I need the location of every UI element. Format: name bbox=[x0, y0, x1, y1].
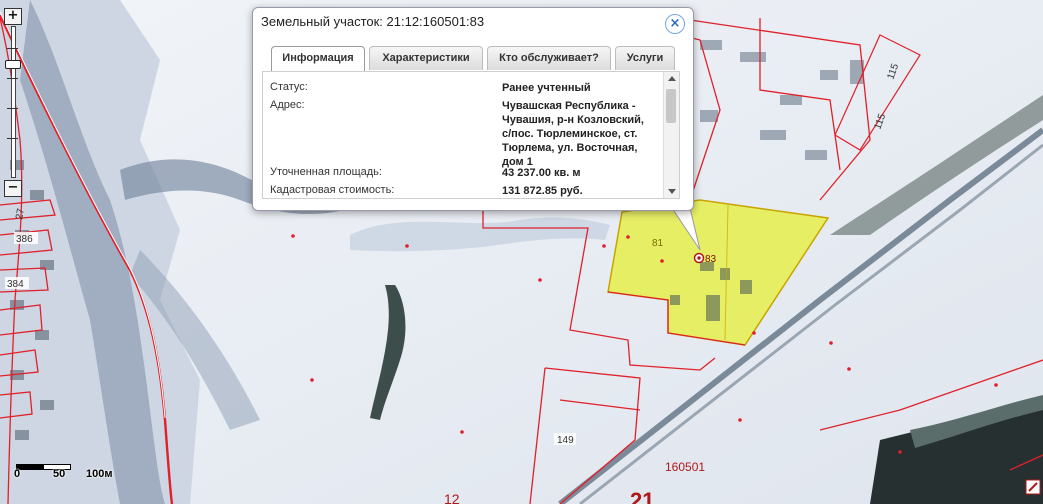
svg-text:384: 384 bbox=[7, 279, 24, 290]
close-icon[interactable]: × bbox=[665, 14, 685, 34]
zoom-tick bbox=[7, 108, 18, 109]
scale-bar: 0 50 100м bbox=[6, 458, 121, 480]
parcel-info-popup: Земельный участок: 21:12:160501:83 × Инф… bbox=[252, 7, 694, 211]
scale-zero: 0 bbox=[14, 468, 21, 480]
area-label: Уточненная площадь: bbox=[270, 166, 382, 178]
zoom-tick bbox=[7, 78, 18, 79]
scroll-down-icon[interactable] bbox=[668, 189, 676, 194]
district-label-12: 12 bbox=[444, 491, 460, 504]
panel-scrollbar[interactable] bbox=[663, 72, 679, 198]
parcel-label-81: 81 bbox=[652, 238, 664, 249]
scale-end: 100м bbox=[86, 468, 113, 480]
tab-characteristics[interactable]: Характеристики bbox=[369, 46, 483, 70]
zoom-control: + − bbox=[4, 8, 22, 197]
svg-text:83: 83 bbox=[705, 254, 717, 265]
status-value: Ранее учтенный bbox=[502, 82, 591, 94]
area-value: 43 237.00 кв. м bbox=[502, 167, 581, 179]
scroll-thumb[interactable] bbox=[666, 89, 676, 123]
svg-text:81: 81 bbox=[652, 238, 664, 249]
popup-title: Земельный участок: 21:12:160501:83 bbox=[261, 14, 485, 29]
svg-text:149: 149 bbox=[557, 435, 574, 446]
zoom-tick bbox=[7, 48, 18, 49]
parcel-label-384: 384 bbox=[5, 277, 29, 290]
tab-services[interactable]: Услуги bbox=[615, 46, 675, 70]
parcel-label-149: 149 bbox=[554, 433, 576, 446]
address-value: Чувашская Республика - Чувашия, р-н Козл… bbox=[502, 100, 644, 168]
svg-text:160501: 160501 bbox=[665, 460, 705, 474]
tab-information[interactable]: Информация bbox=[271, 46, 365, 72]
cadastral-cost-value: 131 872.85 руб. bbox=[502, 185, 583, 197]
quarter-label-160501: 160501 bbox=[665, 460, 705, 474]
svg-text:386: 386 bbox=[16, 234, 33, 245]
scroll-up-icon[interactable] bbox=[668, 76, 676, 81]
tab-who-serves[interactable]: Кто обслуживает? bbox=[487, 46, 611, 70]
svg-text:21: 21 bbox=[630, 488, 654, 504]
address-label: Адрес: bbox=[270, 99, 305, 111]
zoom-tick bbox=[7, 138, 18, 139]
zoom-in-button[interactable]: + bbox=[4, 8, 22, 25]
cadastral-cost-label: Кадастровая стоимость: bbox=[270, 184, 395, 196]
zoom-slider-handle[interactable] bbox=[5, 60, 21, 69]
status-label: Статус: bbox=[270, 81, 308, 93]
info-panel: Статус: Ранее учтенный Адрес: Чувашская … bbox=[262, 71, 680, 199]
zoom-out-button[interactable]: − bbox=[4, 180, 22, 197]
region-label-21: 21 bbox=[630, 488, 654, 504]
parcel-label-386: 386 bbox=[14, 232, 38, 245]
svg-text:12: 12 bbox=[444, 491, 460, 504]
scale-mid: 50 bbox=[53, 468, 66, 480]
location-marker-icon[interactable] bbox=[1025, 479, 1041, 495]
